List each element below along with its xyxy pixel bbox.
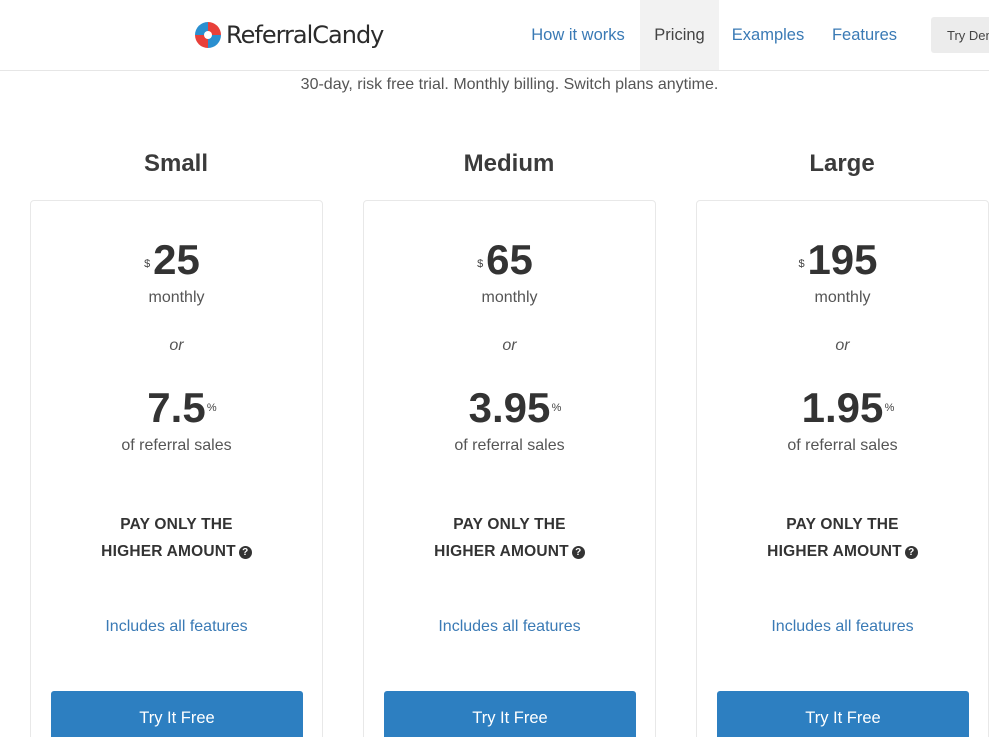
pay-note-line1: PAY ONLY THE [786,516,899,533]
billing-period: monthly [148,289,205,306]
percent-value: 3.95 [468,384,551,431]
nav-features[interactable]: Features [820,0,909,70]
pay-note-line2: HIGHER AMOUNT [101,543,236,560]
plan-title-medium: Medium [463,150,555,177]
pricing-subtitle: 30-day, risk free trial. Monthly billing… [300,76,719,93]
or-divider: or [835,337,850,354]
plan-card-large: $195 monthly or 1.95% of referral sales … [696,200,989,737]
percent-sign: % [884,402,895,414]
percent-amount: 7.5% [147,384,216,431]
percent-amount: 3.95% [468,384,562,431]
pay-note-line1: PAY ONLY THE [453,516,566,533]
price-value: 65 [486,236,533,283]
nav-pricing[interactable]: Pricing [640,0,719,70]
percent-value: 1.95 [801,384,884,431]
currency-symbol: $ [477,258,484,270]
currency-symbol: $ [798,258,805,270]
or-divider: or [502,337,517,354]
plan-card-medium: $65 monthly or 3.95% of referral sales P… [363,200,656,737]
site-header: ReferralCandy How it works Pricing Examp… [0,0,989,71]
or-divider: or [169,337,184,354]
pay-higher-note: PAY ONLY THE HIGHER AMOUNT? [697,511,988,565]
pay-higher-note: PAY ONLY THE HIGHER AMOUNT? [364,511,655,565]
candy-swirl-icon [195,22,221,48]
price-amount: $65 [477,236,533,283]
try-demo-button[interactable]: Try Demo [931,17,989,53]
percent-value: 7.5 [147,384,206,431]
question-circle-icon[interactable]: ? [571,546,585,559]
price-amount: $195 [798,236,878,283]
billing-period: monthly [481,289,538,306]
try-it-free-button-medium[interactable]: Try It Free [384,691,636,737]
percent-label: of referral sales [787,437,898,454]
plan-title-large: Large [809,150,875,177]
plan-title-small: Small [143,150,209,177]
currency-symbol: $ [144,258,151,270]
pay-note-line2: HIGHER AMOUNT [434,543,569,560]
includes-features-link[interactable]: Includes all features [31,618,322,636]
try-it-free-button-large[interactable]: Try It Free [717,691,969,737]
logo-wordmark: ReferralCandy [226,21,384,49]
percent-label: of referral sales [121,437,232,454]
includes-features-link[interactable]: Includes all features [697,618,988,636]
billing-period: monthly [814,289,871,306]
question-circle-icon[interactable]: ? [904,546,918,559]
pay-note-line2: HIGHER AMOUNT [767,543,902,560]
price-value: 195 [807,236,878,283]
percent-amount: 1.95% [801,384,895,431]
percent-label: of referral sales [454,437,565,454]
nav-examples[interactable]: Examples [720,0,816,70]
pay-higher-note: PAY ONLY THE HIGHER AMOUNT? [31,511,322,565]
price-amount: $25 [144,236,200,283]
plan-card-small: $25 monthly or 7.5% of referral sales PA… [30,200,323,737]
question-circle-icon[interactable]: ? [238,546,252,559]
referralcandy-logo[interactable]: ReferralCandy [194,20,384,50]
pay-note-line1: PAY ONLY THE [120,516,233,533]
includes-features-link[interactable]: Includes all features [364,618,655,636]
percent-sign: % [206,402,217,414]
price-value: 25 [153,236,200,283]
try-it-free-button-small[interactable]: Try It Free [51,691,303,737]
nav-how-it-works[interactable]: How it works [517,0,639,70]
percent-sign: % [551,402,562,414]
